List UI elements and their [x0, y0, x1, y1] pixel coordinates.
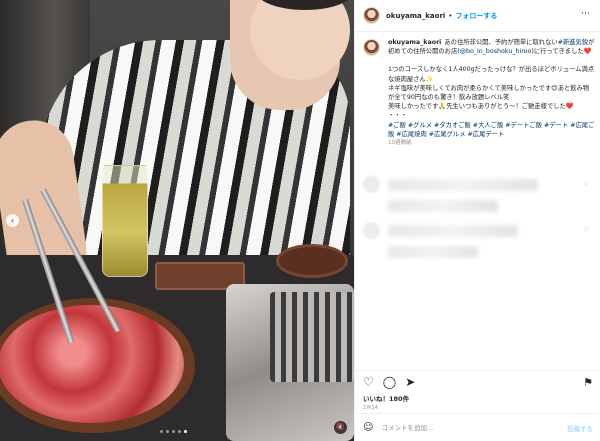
comment-input[interactable] — [381, 423, 562, 432]
caption-mention-link[interactable]: (@bo_in_boshoku_hiroo) — [457, 48, 534, 55]
caption-hashtags[interactable]: #ご飯 #グルメ #タカオご飯 #大人ご飯 #デートご飯 #デート #広尾ご飯 … — [388, 121, 595, 139]
more-options-icon[interactable]: ⋯ — [581, 9, 591, 19]
post-caption: okuyama_kaori あの住所非公開、予約が簡単に取れない#新進気鋭が初めて… — [363, 38, 595, 148]
caption-timestamp[interactable]: 10週間前 — [388, 139, 595, 148]
separator-dot: • — [448, 11, 453, 20]
carousel-dots — [160, 430, 187, 433]
carousel-dot-active — [184, 430, 187, 433]
carousel-dot — [178, 430, 181, 433]
caption-text-segment: あの住所非公開、予約が簡単に取れない — [444, 39, 558, 46]
comment-like-heart-icon[interactable]: ♡ — [584, 181, 589, 188]
avatar[interactable] — [363, 7, 380, 24]
carousel-dot — [160, 430, 163, 433]
caption-username[interactable]: okuyama_kaori — [388, 39, 441, 46]
avatar[interactable] — [363, 222, 380, 239]
comment-text-blurred — [388, 224, 518, 237]
heart-icon[interactable]: ♡ — [363, 376, 374, 388]
avatar[interactable] — [363, 176, 380, 193]
comment-text-blurred — [388, 200, 498, 212]
comment-item — [363, 246, 593, 258]
photo-sauce-bowl — [276, 244, 348, 278]
photo-meat — [0, 305, 184, 423]
post-comment-button[interactable]: 投稿する — [567, 423, 593, 433]
comment-item: ♡ — [363, 176, 593, 193]
photo-drink-glass — [102, 165, 148, 277]
caption-paragraph: 1つのコースしかなく1人400gだったっけな？が出るほどボリューム満点な焼肉屋さ… — [388, 66, 595, 83]
chevron-left-icon: ‹ — [10, 216, 15, 225]
caption-paragraph: 美味しかったです🙏先生いつもありがとう〜！ご馳走様でした❤️ — [388, 103, 574, 111]
follow-button[interactable]: フォローする — [455, 11, 497, 21]
caption-dots: ・・・ — [388, 112, 407, 120]
comment-item: ♡ — [363, 222, 593, 239]
caption-text: okuyama_kaori あの住所非公開、予約が簡単に取れない#新進気鋭が初めて… — [388, 38, 595, 148]
mute-button[interactable]: 🔇 — [334, 421, 347, 434]
comment-like-heart-icon[interactable]: ♡ — [584, 227, 589, 234]
comment-text-blurred — [388, 178, 538, 191]
comment-text-blurred — [388, 246, 478, 258]
caption-text-segment: に行ってきました❤️ — [533, 48, 592, 56]
emoji-icon[interactable]: ☺ — [363, 422, 373, 433]
add-comment-bar: ☺ 投稿する — [355, 413, 600, 441]
carousel-dot — [166, 430, 169, 433]
avatar[interactable] — [363, 39, 380, 56]
post-side-panel: okuyama_kaori • フォローする ⋯ okuyama_kaori あの… — [354, 0, 600, 441]
post-actions-bar: ♡ ◯ ➤ ⚑ — [355, 370, 600, 389]
carousel-prev-button[interactable]: ‹ — [6, 214, 19, 227]
bookmark-icon[interactable]: ⚑ — [583, 376, 593, 389]
like-count[interactable]: いいね！180件 — [363, 393, 409, 403]
share-icon[interactable]: ➤ — [405, 376, 415, 388]
author-username[interactable]: okuyama_kaori — [386, 12, 445, 20]
post-header: okuyama_kaori • フォローする ⋯ — [355, 0, 600, 32]
comment-icon[interactable]: ◯ — [383, 376, 396, 388]
post-date: 2月14 — [363, 406, 379, 411]
speaker-muted-icon: 🔇 — [336, 423, 345, 431]
photo-grill-grate — [270, 292, 354, 382]
caption-hashtag[interactable]: #新進気鋭 — [558, 39, 588, 46]
caption-paragraph: ネギ塩味が美味しくてお肉が柔らかくて美味しかったです😊あと飲み物が全て90円なの… — [388, 84, 590, 102]
carousel-dot — [172, 430, 175, 433]
comment-item — [363, 200, 593, 212]
post-photo[interactable]: ‹ 🔇 — [0, 0, 354, 441]
